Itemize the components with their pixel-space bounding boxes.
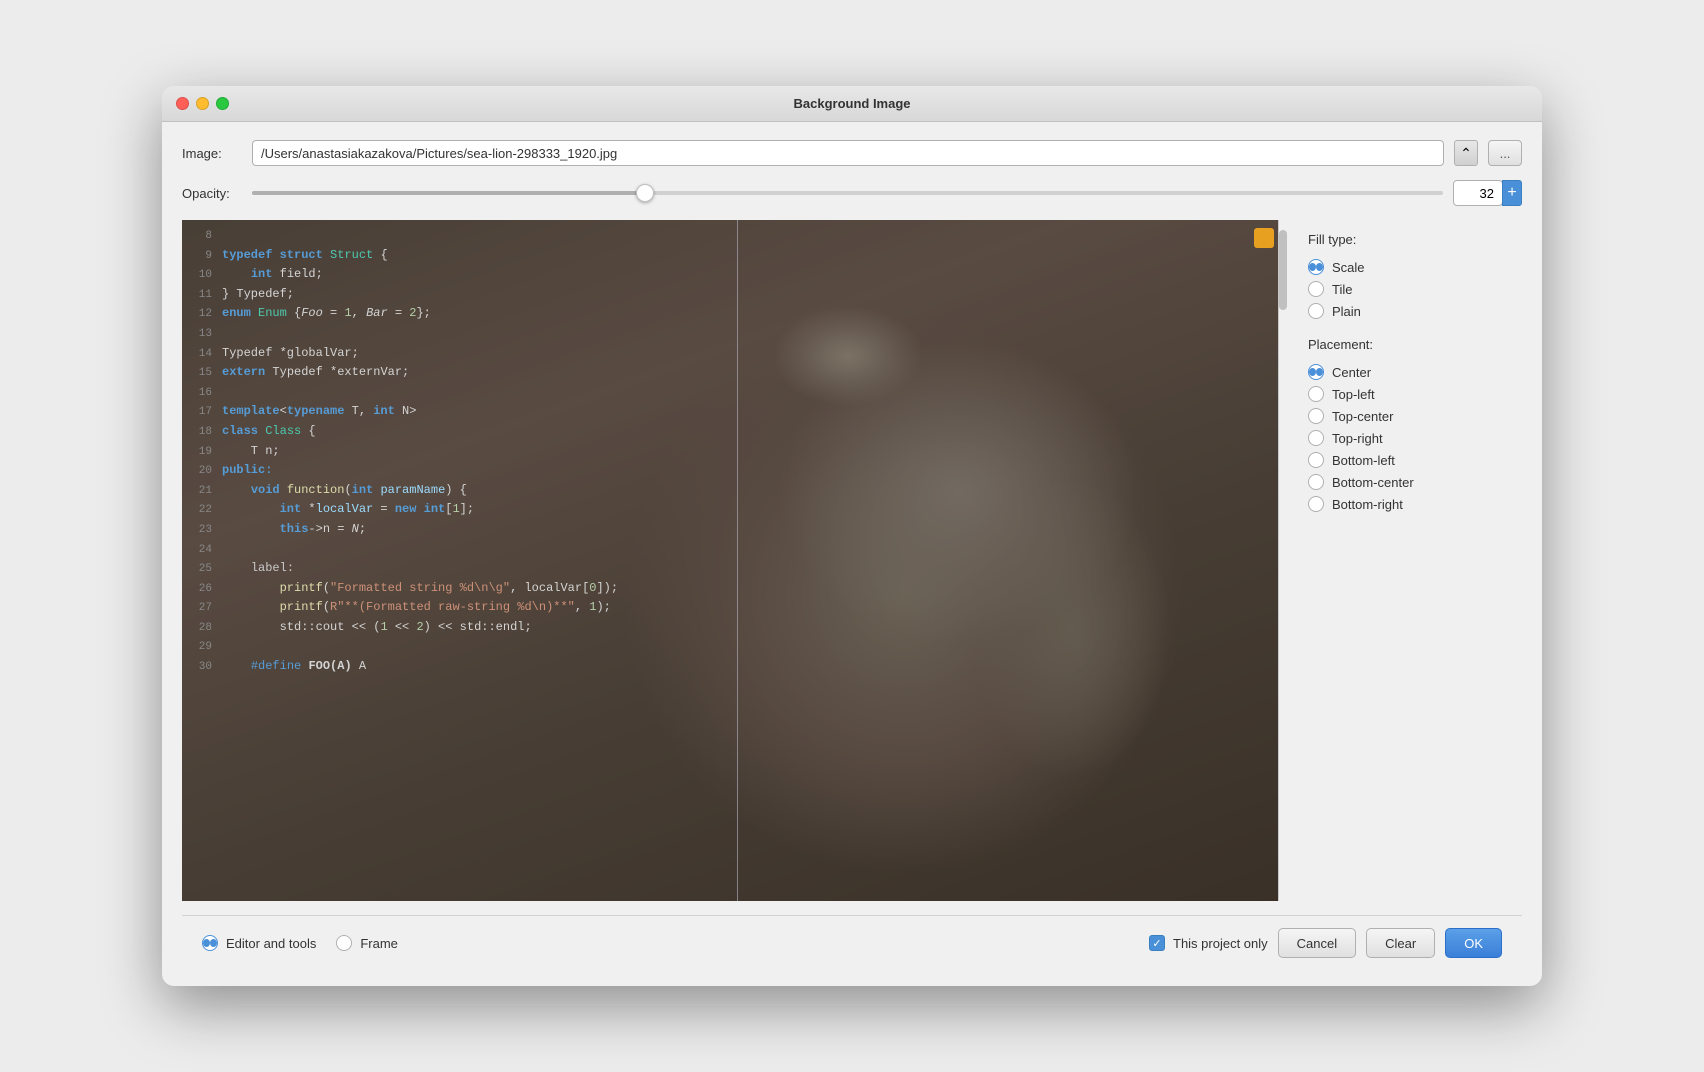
preview-panel: 8 9 typedef struct Struct { 10 int field… [182, 220, 1292, 901]
opacity-row: Opacity: 32 + [182, 180, 1522, 206]
opacity-plus-button[interactable]: + [1502, 180, 1522, 206]
preview-divider [737, 220, 738, 901]
traffic-lights [176, 97, 229, 110]
slider-fill [252, 191, 645, 195]
fill-type-scale[interactable]: Scale [1308, 259, 1506, 275]
fill-type-scale-radio[interactable] [1308, 259, 1324, 275]
browse-label: ... [1500, 146, 1511, 161]
placement-bottom-right-radio[interactable] [1308, 496, 1324, 512]
image-path-text: /Users/anastasiakazakova/Pictures/sea-li… [261, 146, 617, 161]
placement-top-left-radio[interactable] [1308, 386, 1324, 402]
slider-thumb[interactable] [636, 184, 654, 202]
placement-center-radio[interactable] [1308, 364, 1324, 380]
placement-bottom-left[interactable]: Bottom-left [1308, 452, 1506, 468]
image-path-input[interactable]: /Users/anastasiakazakova/Pictures/sea-li… [252, 140, 1444, 166]
this-project-only-label: This project only [1173, 936, 1268, 951]
placement-bottom-right-label: Bottom-right [1332, 497, 1403, 512]
titlebar: Background Image [162, 86, 1542, 122]
placement-top-left[interactable]: Top-left [1308, 386, 1506, 402]
opacity-number: 32 [1480, 186, 1494, 201]
bottom-right: ✓ This project only Cancel Clear OK [1149, 928, 1502, 958]
opacity-value-box: 32 + [1453, 180, 1522, 206]
fill-type-plain-radio[interactable] [1308, 303, 1324, 319]
fill-type-tile[interactable]: Tile [1308, 281, 1506, 297]
placement-center-label: Center [1332, 365, 1371, 380]
dialog-title: Background Image [793, 96, 910, 111]
frame-label: Frame [360, 936, 398, 951]
stepper-up-button[interactable]: ⌃ [1454, 140, 1478, 166]
browse-button[interactable]: ... [1488, 140, 1522, 166]
frame-option[interactable]: Frame [336, 935, 398, 951]
this-project-only-checkbox[interactable]: ✓ [1149, 935, 1165, 951]
maximize-button[interactable] [216, 97, 229, 110]
placement-center[interactable]: Center [1308, 364, 1506, 380]
placement-top-center[interactable]: Top-center [1308, 408, 1506, 424]
dialog: Background Image Image: /Users/anastasia… [162, 86, 1542, 986]
placement-bottom-left-radio[interactable] [1308, 452, 1324, 468]
placement-bottom-center[interactable]: Bottom-center [1308, 474, 1506, 490]
fill-type-tile-radio[interactable] [1308, 281, 1324, 297]
this-project-only-option[interactable]: ✓ This project only [1149, 935, 1268, 951]
bottom-bar: Editor and tools Frame ✓ This project on… [182, 915, 1522, 970]
placement-bottom-left-label: Bottom-left [1332, 453, 1395, 468]
placement-bottom-center-radio[interactable] [1308, 474, 1324, 490]
editor-and-tools-label: Editor and tools [226, 936, 316, 951]
placement-group: Center Top-left Top-center Top-right [1308, 364, 1506, 512]
placement-top-right-label: Top-right [1332, 431, 1383, 446]
content: Image: /Users/anastasiakazakova/Pictures… [162, 122, 1542, 986]
placement-top-center-radio[interactable] [1308, 408, 1324, 424]
fill-type-title: Fill type: [1308, 232, 1506, 247]
fill-type-plain-label: Plain [1332, 304, 1361, 319]
clear-button[interactable]: Clear [1366, 928, 1435, 958]
ok-button[interactable]: OK [1445, 928, 1502, 958]
fill-type-scale-label: Scale [1332, 260, 1365, 275]
bottom-left: Editor and tools Frame [202, 935, 1133, 951]
placement-bottom-right[interactable]: Bottom-right [1308, 496, 1506, 512]
right-panel: Fill type: Scale Tile Plain [1292, 220, 1522, 901]
fill-type-group: Scale Tile Plain [1308, 259, 1506, 319]
placement-top-right-radio[interactable] [1308, 430, 1324, 446]
cancel-button[interactable]: Cancel [1278, 928, 1356, 958]
code-editor: 8 9 typedef struct Struct { 10 int field… [182, 220, 1292, 901]
minimize-button[interactable] [196, 97, 209, 110]
placement-top-right[interactable]: Top-right [1308, 430, 1506, 446]
opacity-slider-container [252, 191, 1443, 195]
placement-title: Placement: [1308, 337, 1506, 352]
image-row: Image: /Users/anastasiakazakova/Pictures… [182, 140, 1522, 166]
opacity-value-input[interactable]: 32 [1453, 180, 1503, 206]
fill-type-tile-label: Tile [1332, 282, 1352, 297]
editor-and-tools-option[interactable]: Editor and tools [202, 935, 316, 951]
fill-type-plain[interactable]: Plain [1308, 303, 1506, 319]
placement-top-left-label: Top-left [1332, 387, 1375, 402]
opacity-label: Opacity: [182, 186, 242, 201]
orange-dot [1254, 228, 1274, 248]
opacity-slider-track[interactable] [252, 191, 1443, 195]
main-area: 8 9 typedef struct Struct { 10 int field… [182, 220, 1522, 901]
image-label: Image: [182, 146, 242, 161]
close-button[interactable] [176, 97, 189, 110]
placement-top-center-label: Top-center [1332, 409, 1393, 424]
scrollbar[interactable] [1278, 220, 1292, 901]
editor-and-tools-radio[interactable] [202, 935, 218, 951]
placement-bottom-center-label: Bottom-center [1332, 475, 1414, 490]
frame-radio[interactable] [336, 935, 352, 951]
scroll-thumb[interactable] [1279, 230, 1287, 310]
